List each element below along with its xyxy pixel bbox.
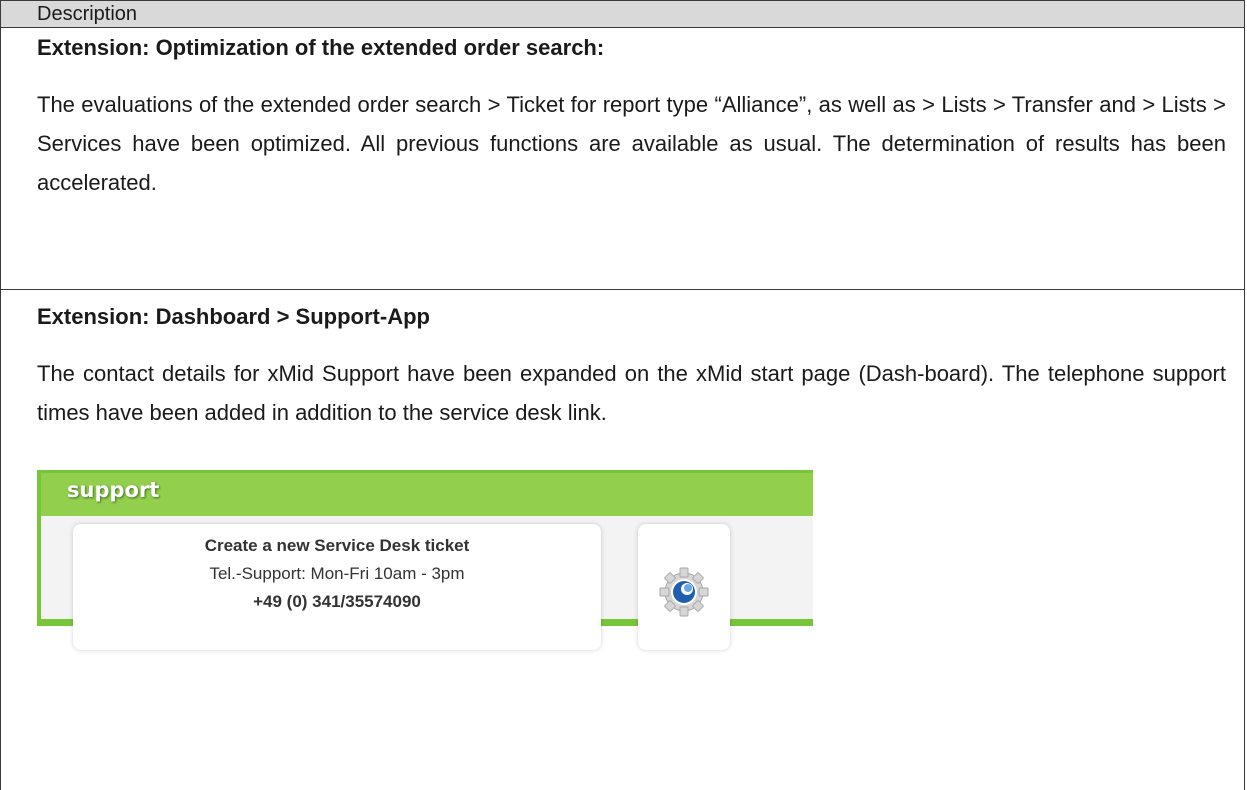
release-notes-table: Description Extension: Optimization of t…: [0, 0, 1245, 790]
widget-title: support: [67, 478, 160, 502]
support-times: Tel.-Support: Mon-Fri 10am - 3pm: [209, 564, 465, 583]
support-phone: +49 (0) 341/35574090: [253, 592, 421, 611]
section-body: The evaluations of the extended order se…: [37, 92, 1226, 195]
support-app-button[interactable]: [638, 524, 730, 650]
gear-icon: [659, 567, 709, 617]
support-widget: support Create a new Service Desk ticket…: [37, 470, 813, 650]
section-title: Extension: Dashboard > Support-App: [37, 304, 430, 329]
section-title: Extension: Optimization of the extended …: [37, 35, 605, 60]
support-contact-card[interactable]: Create a new Service Desk ticket Tel.-Su…: [73, 524, 601, 650]
section-body: The contact details for xMid Support hav…: [37, 361, 1226, 425]
section-support-app: Extension: Dashboard > Support-App The c…: [1, 290, 1244, 790]
table-header: Description: [1, 0, 1244, 28]
widget-header: support: [41, 473, 813, 516]
section-order-search: Extension: Optimization of the extended …: [1, 28, 1244, 290]
widget-content: Create a new Service Desk ticket Tel.-Su…: [41, 516, 813, 650]
service-desk-link[interactable]: Create a new Service Desk ticket: [73, 532, 601, 560]
